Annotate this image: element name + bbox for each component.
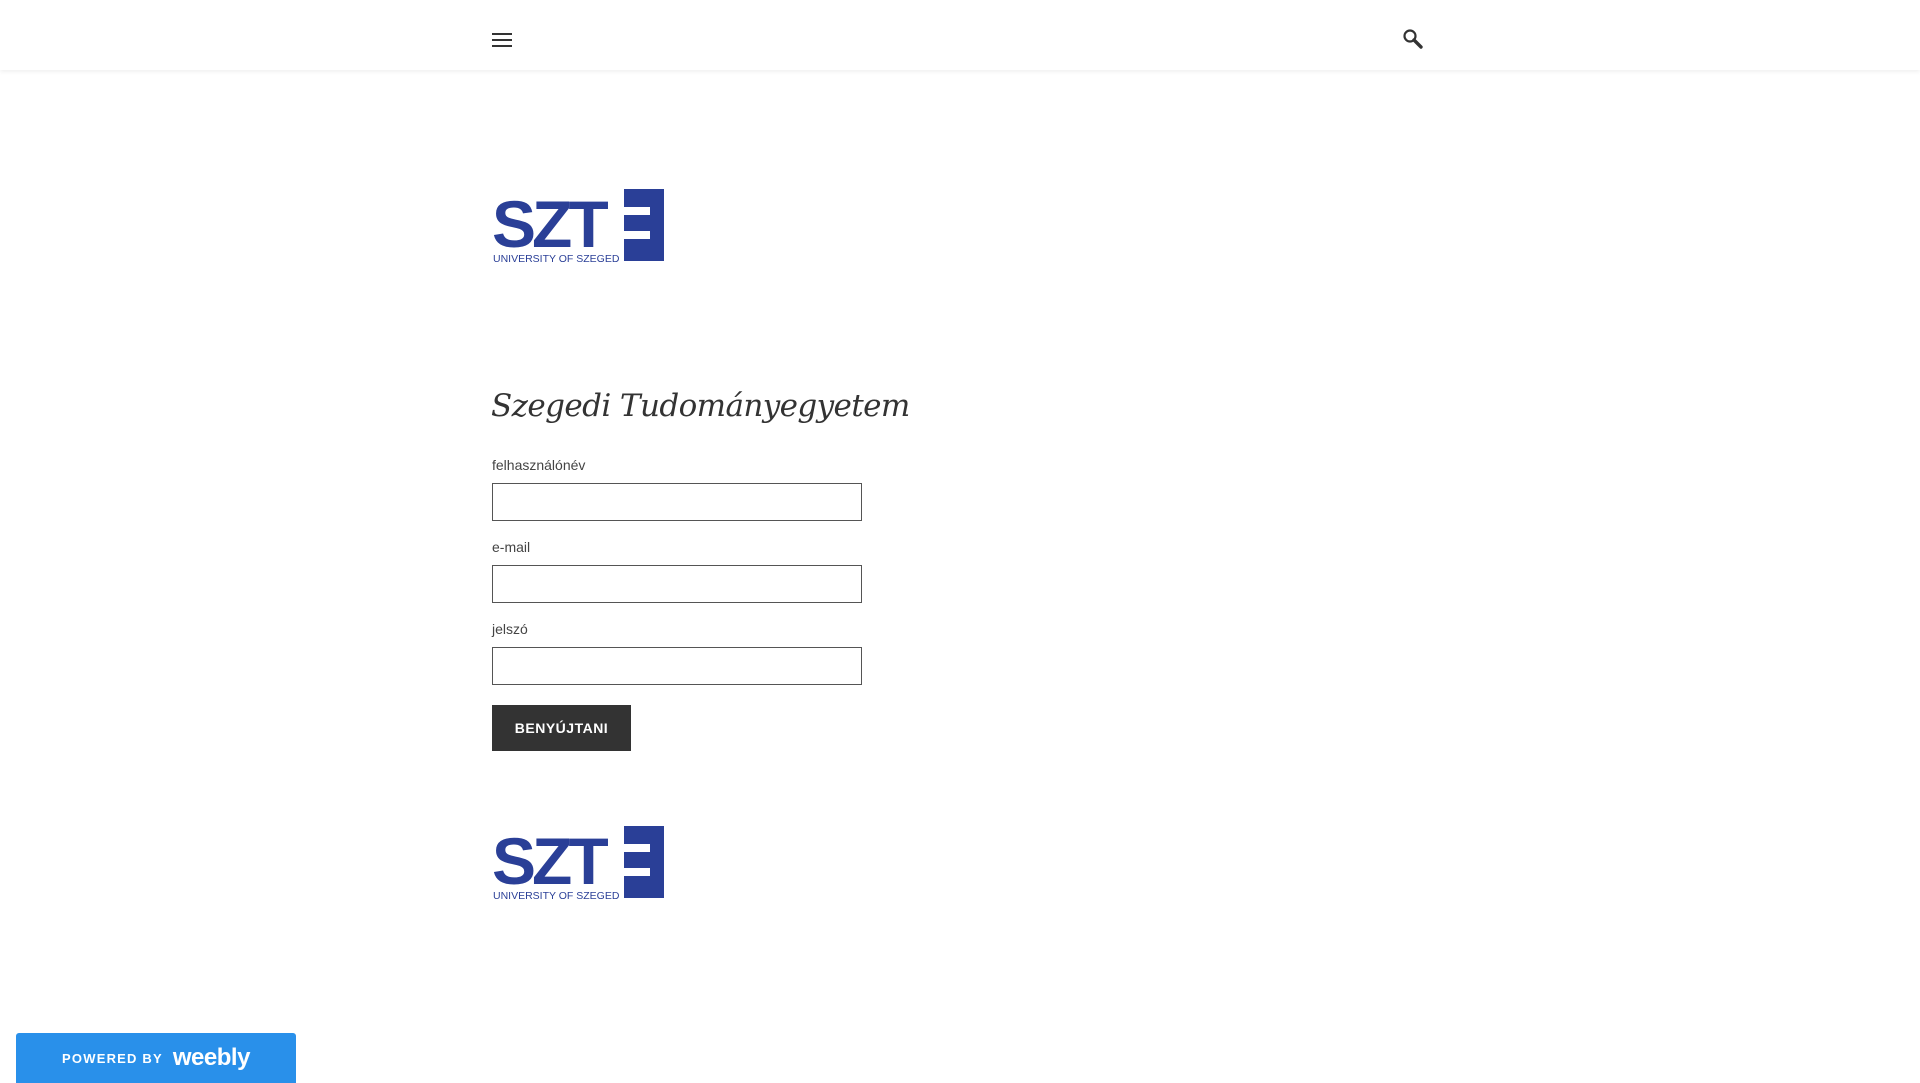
password-label: jelszó	[492, 621, 528, 637]
weebly-logo: weebly	[172, 1044, 251, 1071]
logo-letters: SZT	[492, 187, 608, 261]
username-input[interactable]	[492, 483, 862, 521]
szte-logo-bottom: SZT UNIVERSITY OF SZEGED	[492, 822, 670, 902]
site-header	[0, 0, 1920, 70]
username-label: felhasználónév	[492, 457, 586, 473]
email-label: e-mail	[492, 539, 531, 555]
logo-letters: SZT	[492, 824, 608, 898]
password-input[interactable]	[492, 647, 862, 685]
email-input[interactable]	[492, 565, 862, 603]
logo-subtitle: UNIVERSITY OF SZEGED	[493, 890, 620, 902]
logo-subtitle: UNIVERSITY OF SZEGED	[493, 253, 620, 265]
page-title: Szegedi Tudományegyetem	[491, 388, 910, 424]
szte-logo-top: SZT UNIVERSITY OF SZEGED	[492, 185, 670, 265]
powered-by-text: POWERED BY	[62, 1050, 163, 1066]
powered-by-weebly-badge[interactable]: POWERED BY weebly	[16, 1033, 296, 1083]
hamburger-menu-icon[interactable]	[489, 29, 515, 51]
submit-button[interactable]: BENYÚJTANI	[492, 705, 631, 751]
search-icon[interactable]	[1400, 26, 1426, 52]
